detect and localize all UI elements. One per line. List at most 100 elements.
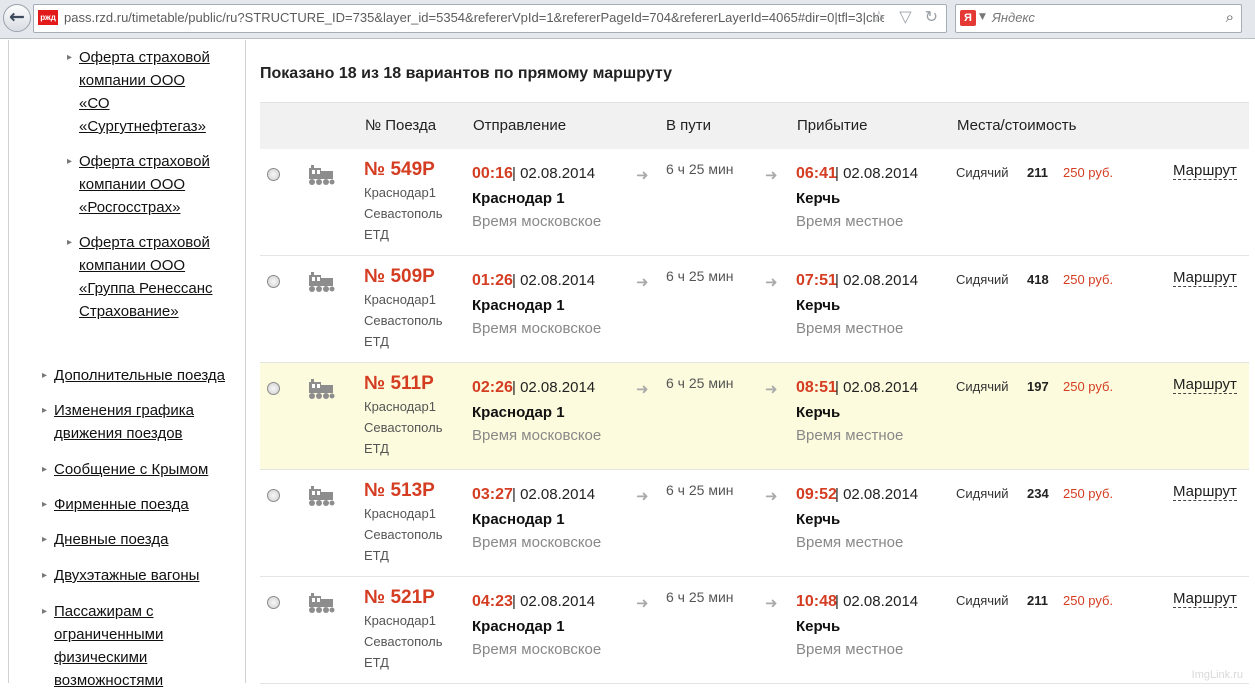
bullet-icon: ▸ — [42, 606, 48, 617]
sidebar-subitem-label[interactable]: Оферта страховой компании ООО «СО «Сургу… — [79, 46, 219, 138]
train-icon — [307, 593, 335, 620]
arrival-date: | 02.08.2014 — [835, 272, 919, 289]
bookmark-star-icon[interactable]: ☆ ▽ ↻ — [872, 7, 942, 26]
departure-timezone: Время московское — [472, 641, 602, 658]
select-radio[interactable] — [267, 596, 280, 609]
table-row[interactable]: № 513Р Краснодар1 Севастополь ЕТД 03:27 | 02.… — [260, 470, 1249, 577]
departure-station: Краснодар 1 — [472, 618, 565, 635]
sidebar-item-label[interactable]: Пассажирам с ограниченными физическими в… — [54, 600, 174, 692]
sidebar-item-label[interactable]: Двухэтажные вагоны — [54, 564, 229, 587]
ticket-price: 250 руб. — [1063, 593, 1114, 608]
train-number[interactable]: № 549Р — [364, 159, 435, 181]
departure-station: Краснодар 1 — [472, 190, 565, 207]
sidebar-item-label[interactable]: Дополнительные поезда — [54, 364, 229, 387]
sidebar-subitem-label[interactable]: Оферта страховой компании ООО «Росгосстр… — [79, 150, 219, 219]
sidebar-subitem-insurance-surgut[interactable]: ▸ Оферта страховой компании ООО «СО «Сур… — [67, 46, 219, 138]
route-link[interactable]: Маршрут — [1173, 163, 1237, 180]
departure-date: | 02.08.2014 — [512, 379, 596, 396]
arrival-timezone: Время местное — [796, 534, 904, 551]
sidebar-item-day-trains[interactable]: ▸ Дневные поезда — [42, 528, 229, 551]
train-number[interactable]: № 521Р — [364, 587, 435, 609]
sidebar-item-label[interactable]: Дневные поезда — [54, 528, 229, 551]
route-link[interactable]: Маршрут — [1173, 270, 1237, 287]
sidebar-subitem-label[interactable]: Оферта страховой компании ООО «Группа Ре… — [79, 231, 219, 323]
sidebar-item-disabled-passengers[interactable]: ▸ Пассажирам с ограниченными физическими… — [42, 600, 174, 692]
header-arrival[interactable]: Прибытие — [797, 117, 867, 134]
table-row[interactable]: № 521Р Краснодар1 Севастополь ЕТД 04:23 | 02.… — [260, 577, 1249, 684]
seats-available: 197 — [1027, 379, 1049, 394]
dropdown-arrow-icon[interactable]: ▼ — [979, 12, 986, 22]
train-carrier: ЕТД — [364, 441, 389, 456]
departure-timezone: Время московское — [472, 213, 602, 230]
sidebar-item-label[interactable]: Фирменные поезда — [54, 493, 229, 516]
select-radio[interactable] — [267, 489, 280, 502]
address-bar[interactable]: ржд pass.rzd.ru/timetable/public/ru?STRU… — [33, 4, 947, 33]
arrival-date: | 02.08.2014 — [835, 165, 919, 182]
watermark: ImgLink.ru — [1191, 669, 1243, 681]
select-radio[interactable] — [267, 168, 280, 181]
arrow-right-icon: ➜ — [765, 594, 778, 612]
sidebar: ▸ Оферта страховой компании ООО «СО «Сур… — [8, 40, 246, 689]
train-origin: Краснодар1 — [364, 613, 436, 628]
table-row[interactable]: № 511Р Краснодар1 Севастополь ЕТД 02:26 | 02.… — [260, 363, 1249, 470]
train-carrier: ЕТД — [364, 334, 389, 349]
select-radio[interactable] — [267, 382, 280, 395]
train-icon — [307, 486, 335, 513]
departure-time: 00:16 — [472, 165, 513, 182]
arrow-right-icon: ➜ — [636, 273, 649, 291]
sidebar-item-crimea[interactable]: ▸ Сообщение с Крымом — [42, 458, 229, 481]
route-link[interactable]: Маршрут — [1173, 484, 1237, 501]
arrival-station: Керчь — [796, 297, 841, 314]
back-arrow-icon[interactable]: ← — [3, 4, 31, 32]
sidebar-item-double-deck[interactable]: ▸ Двухэтажные вагоны — [42, 564, 229, 587]
sidebar-item-label[interactable]: Сообщение с Крымом — [54, 458, 229, 481]
ticket-price: 250 руб. — [1063, 379, 1114, 394]
arrival-time: 09:52 — [796, 486, 837, 503]
sidebar-item-label[interactable]: Изменения графика движения поездов — [54, 399, 194, 445]
header-departure[interactable]: Отправление — [473, 117, 566, 134]
ticket-price: 250 руб. — [1063, 272, 1114, 287]
arrival-timezone: Время местное — [796, 213, 904, 230]
arrival-timezone: Время местное — [796, 641, 904, 658]
yandex-logo-icon[interactable]: Я — [960, 10, 976, 26]
departure-station: Краснодар 1 — [472, 297, 565, 314]
travel-duration: 6 ч 25 мин — [666, 161, 734, 177]
train-number[interactable]: № 511Р — [364, 373, 434, 395]
sidebar-subitem-insurance-rosgosstrakh[interactable]: ▸ Оферта страховой компании ООО «Росгосс… — [67, 150, 219, 219]
search-input[interactable]: Яндекс — [992, 10, 1035, 25]
train-origin: Краснодар1 — [364, 292, 436, 307]
route-link[interactable]: Маршрут — [1173, 377, 1237, 394]
departure-time: 02:26 — [472, 379, 513, 396]
table-row[interactable]: № 549Р Краснодар1 Севастополь ЕТД 00:16 | 02.… — [260, 149, 1249, 256]
travel-duration: 6 ч 25 мин — [666, 482, 734, 498]
arrow-right-icon: ➜ — [636, 487, 649, 505]
arrow-right-icon: ➜ — [765, 380, 778, 398]
search-icon[interactable]: ⌕ — [1226, 8, 1234, 26]
bullet-icon: ▸ — [42, 464, 48, 475]
arrival-timezone: Время местное — [796, 320, 904, 337]
departure-timezone: Время московское — [472, 534, 602, 551]
select-radio[interactable] — [267, 275, 280, 288]
train-destination: Севастополь — [364, 313, 443, 328]
arrival-time: 08:51 — [796, 379, 837, 396]
header-train[interactable]: № Поезда — [365, 117, 436, 134]
train-number[interactable]: № 513Р — [364, 480, 435, 502]
sidebar-item-schedule-changes[interactable]: ▸ Изменения графика движения поездов — [42, 399, 194, 445]
route-link[interactable]: Маршрут — [1173, 591, 1237, 608]
search-bar[interactable]: Я ▼ Яндекс ⌕ — [955, 4, 1242, 33]
sidebar-item-branded-trains[interactable]: ▸ Фирменные поезда — [42, 493, 229, 516]
seat-class: Сидячий — [956, 379, 1009, 394]
arrival-time: 06:41 — [796, 165, 837, 182]
departure-station: Краснодар 1 — [472, 404, 565, 421]
address-bar-url[interactable]: pass.rzd.ru/timetable/public/ru?STRUCTUR… — [64, 10, 884, 25]
seats-available: 234 — [1027, 486, 1049, 501]
sidebar-item-additional-trains[interactable]: ▸ Дополнительные поезда — [42, 364, 229, 387]
header-travel-time[interactable]: В пути — [666, 117, 711, 134]
sidebar-subitem-insurance-renaissance[interactable]: ▸ Оферта страховой компании ООО «Группа … — [67, 231, 219, 323]
table-row[interactable]: № 509Р Краснодар1 Севастополь ЕТД 01:26 | 02.… — [260, 256, 1249, 363]
train-number[interactable]: № 509Р — [364, 266, 435, 288]
departure-station: Краснодар 1 — [472, 511, 565, 528]
seat-class: Сидячий — [956, 593, 1009, 608]
arrow-right-icon: ➜ — [765, 273, 778, 291]
train-icon — [307, 272, 335, 299]
